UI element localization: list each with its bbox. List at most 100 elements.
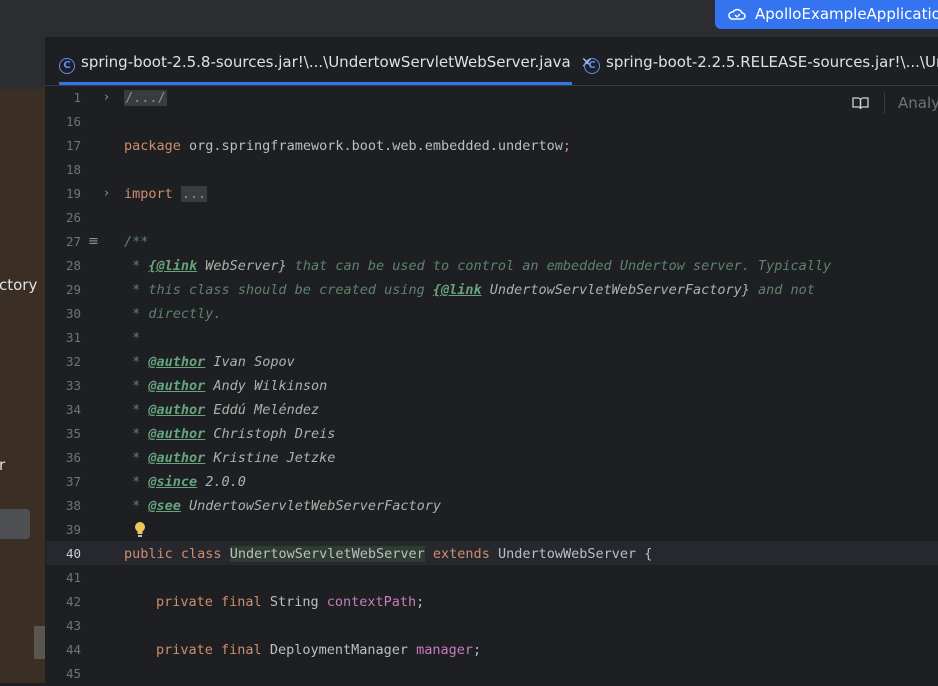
reader-mode-toggle-icon[interactable]: ≡ (88, 230, 99, 254)
doc-tag: @author (148, 426, 206, 442)
line-number: 18 (65, 162, 81, 177)
folded-imports[interactable]: ... (180, 186, 208, 202)
class-name[interactable]: UndertowServletWebServer (229, 546, 425, 562)
line-number: 43 (65, 618, 81, 633)
project-tree-item[interactable]: r (0, 456, 5, 474)
doc-tag: @author (148, 354, 206, 370)
comment: * directly. (124, 306, 222, 322)
keyword: public (124, 546, 173, 562)
author-name: Andy Wilkinson (205, 378, 328, 394)
comment: * (124, 426, 149, 442)
comment: * (124, 354, 149, 370)
doc-reference[interactable]: UndertowServletWebServerFactory (181, 498, 441, 514)
code-line: * @author Andy Wilkinson (124, 374, 327, 398)
brace: { (644, 546, 653, 562)
line-number: 41 (65, 570, 81, 585)
tab-label: spring-boot-2.2.5.RELEASE-sources.jar!\.… (606, 53, 938, 71)
author-name: Eddú Meléndez (205, 402, 320, 418)
base-class-name[interactable]: UndertowWebServer (498, 546, 636, 562)
comment: * (124, 330, 141, 346)
editor-tabs: Cspring-boot-2.5.8-sources.jar!\...\Unde… (45, 37, 938, 86)
java-class-icon: C (59, 58, 75, 74)
comment: /** (124, 234, 149, 250)
keyword: import (124, 186, 173, 202)
line-number: 17 (65, 138, 81, 153)
expand-fold-icon[interactable]: › (104, 86, 109, 110)
keyword: class (180, 546, 222, 562)
since-version: 2.0.0 (197, 474, 246, 490)
author-name: Christoph Dreis (205, 426, 336, 442)
punctuation: ; (473, 642, 482, 658)
line-number-gutter[interactable]: 1 › 16 17 18 19 › 26 27 ≡ 28 29 30 31 32… (46, 86, 124, 683)
doc-tag: {@link (432, 282, 482, 298)
code-editor[interactable]: /.../ package org.springframework.boot.w… (124, 86, 938, 683)
doc-reference[interactable]: UndertowServletWebServerFactory} (482, 282, 750, 298)
run-configuration-button[interactable]: ApolloExampleApplication (715, 0, 938, 29)
project-tree-selected-item[interactable] (0, 509, 30, 539)
code-line: * {@link WebServer} that can be used to … (124, 254, 831, 278)
line-number: 44 (65, 642, 81, 657)
doc-tag: @author (148, 378, 206, 394)
keyword: final (221, 594, 262, 610)
line-number-current: 40 (65, 546, 81, 561)
comment: * (124, 498, 149, 514)
java-class-icon: C (584, 58, 600, 74)
doc-reference[interactable]: WebServer} (197, 258, 286, 274)
tab-undertow-2-5-8[interactable]: Cspring-boot-2.5.8-sources.jar!\...\Unde… (59, 37, 593, 85)
code-line: * @author Kristine Jetzke (124, 446, 335, 470)
line-number: 19 (65, 186, 81, 201)
line-number: 29 (65, 282, 81, 297)
project-tree-panel: ctory r (0, 89, 45, 683)
line-number: 26 (65, 210, 81, 225)
tab-undertow-2-2-5[interactable]: Cspring-boot-2.2.5.RELEASE-sources.jar!\… (584, 37, 938, 85)
code-line: import ... (124, 182, 208, 206)
line-number: 34 (65, 402, 81, 417)
keyword: extends (432, 546, 490, 562)
code-line: * (124, 326, 140, 350)
lightbulb-icon[interactable] (133, 521, 147, 539)
line-number: 32 (65, 354, 81, 369)
line-number: 1 (73, 90, 81, 105)
comment: that can be used to control an embedded … (286, 258, 832, 274)
line-number: 31 (65, 330, 81, 345)
line-number: 16 (65, 114, 81, 129)
punctuation: ; (562, 138, 572, 154)
cloud-run-icon (728, 8, 746, 20)
doc-tag: {@link (148, 258, 198, 274)
keyword: private (156, 594, 213, 610)
author-name: Ivan Sopov (205, 354, 295, 370)
folded-region[interactable]: /.../ (124, 90, 167, 106)
code-line: private final String contextPath; (156, 590, 424, 614)
author-name: Kristine Jetzke (205, 450, 336, 466)
project-tree-scrollbar[interactable] (34, 626, 45, 659)
doc-tag: @author (148, 450, 206, 466)
type-name[interactable]: String (270, 594, 319, 610)
line-number: 28 (65, 258, 81, 273)
title-bar: ApolloExampleApplication (0, 0, 938, 37)
tab-label: spring-boot-2.5.8-sources.jar!\...\Under… (81, 53, 571, 71)
code-line: * directly. (124, 302, 222, 326)
expand-fold-icon[interactable]: › (104, 182, 109, 206)
analyze-button[interactable]: Analyze (898, 94, 938, 112)
code-line: * @author Christoph Dreis (124, 422, 335, 446)
code-line: /** (124, 230, 148, 254)
book-icon[interactable] (852, 96, 869, 110)
code-line: * @see UndertowServletWebServerFactory (124, 494, 441, 518)
code-line: package org.springframework.boot.web.emb… (124, 134, 571, 158)
line-number: 45 (65, 666, 81, 681)
project-panel-header (0, 37, 45, 89)
field-name[interactable]: manager (416, 642, 473, 658)
line-number: 27 (65, 234, 81, 249)
comment: * (124, 258, 149, 274)
line-number: 33 (65, 378, 81, 393)
code-line: * this class should be created using {@l… (124, 278, 815, 302)
keyword: package (124, 138, 181, 154)
line-number: 35 (65, 426, 81, 441)
type-name[interactable]: DeploymentManager (270, 642, 408, 658)
line-number: 39 (65, 522, 81, 537)
project-tree-item[interactable]: ctory (0, 276, 37, 294)
code-line: * @author Eddú Meléndez (124, 398, 319, 422)
field-name[interactable]: contextPath (327, 594, 416, 610)
punctuation: ; (416, 594, 425, 610)
line-number: 30 (65, 306, 81, 321)
